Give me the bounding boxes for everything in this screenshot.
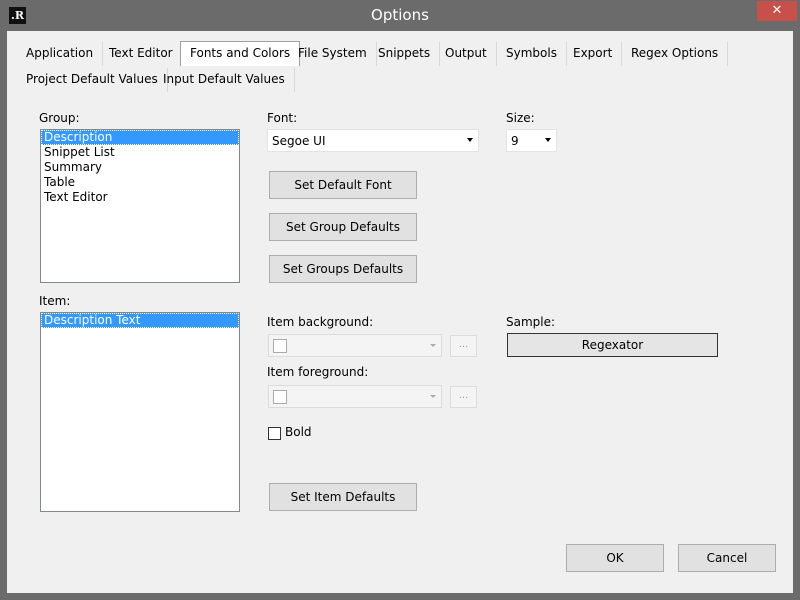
group-listbox[interactable]: Description Snippet List Summary Table T… bbox=[40, 129, 240, 283]
font-select[interactable]: Segoe UI bbox=[267, 129, 479, 152]
font-label: Font: bbox=[267, 111, 298, 125]
list-item[interactable]: Snippet List bbox=[41, 145, 239, 160]
chevron-down-icon bbox=[430, 395, 436, 398]
set-item-defaults-button[interactable]: Set Item Defaults bbox=[269, 483, 417, 511]
cancel-button[interactable]: Cancel bbox=[678, 544, 776, 572]
dialog-client-area: Application Text Editor Fonts and Colors… bbox=[7, 31, 793, 593]
item-foreground-browse-button[interactable]: ... bbox=[450, 386, 477, 408]
item-foreground-label: Item foreground: bbox=[267, 365, 369, 379]
options-window: .R Options ✕ Application Text Editor Fon… bbox=[0, 0, 800, 600]
tab-input-default-values[interactable]: Input Default Values bbox=[154, 68, 295, 92]
bold-checkbox[interactable] bbox=[268, 427, 281, 440]
chevron-down-icon bbox=[467, 138, 473, 142]
size-label: Size: bbox=[506, 111, 535, 125]
tab-regex-options[interactable]: Regex Options bbox=[622, 42, 729, 66]
list-item[interactable]: Table bbox=[41, 175, 239, 190]
ok-button[interactable]: OK bbox=[566, 544, 664, 572]
item-label: Item: bbox=[39, 294, 71, 308]
size-select[interactable]: 9 bbox=[506, 129, 557, 152]
tab-export[interactable]: Export bbox=[564, 42, 623, 66]
tab-snippets[interactable]: Snippets bbox=[369, 42, 441, 66]
sample-label: Sample: bbox=[506, 315, 556, 329]
color-swatch bbox=[273, 339, 287, 353]
item-background-browse-button[interactable]: ... bbox=[450, 335, 477, 357]
font-select-value: Segoe UI bbox=[272, 134, 326, 148]
set-groups-defaults-button[interactable]: Set Groups Defaults bbox=[269, 255, 417, 283]
item-foreground-color-select[interactable] bbox=[268, 385, 442, 408]
list-item[interactable]: Description bbox=[41, 130, 239, 145]
tab-output[interactable]: Output bbox=[436, 42, 497, 66]
tab-project-default-values[interactable]: Project Default Values bbox=[17, 68, 168, 92]
set-group-defaults-button[interactable]: Set Group Defaults bbox=[269, 213, 417, 241]
size-select-value: 9 bbox=[511, 134, 519, 148]
title-bar[interactable]: .R Options ✕ bbox=[0, 0, 800, 31]
close-button[interactable]: ✕ bbox=[757, 1, 797, 21]
list-item[interactable]: Description Text bbox=[41, 313, 239, 328]
sample-preview: Regexator bbox=[507, 333, 718, 357]
set-default-font-button[interactable]: Set Default Font bbox=[269, 171, 417, 199]
bold-label: Bold bbox=[285, 425, 312, 439]
tab-symbols[interactable]: Symbols bbox=[497, 42, 567, 66]
item-background-label: Item background: bbox=[267, 315, 374, 329]
list-item[interactable]: Summary bbox=[41, 160, 239, 175]
color-swatch bbox=[273, 390, 287, 404]
group-label: Group: bbox=[39, 111, 80, 125]
tab-text-editor[interactable]: Text Editor bbox=[100, 42, 183, 66]
chevron-down-icon bbox=[430, 344, 436, 347]
tab-application[interactable]: Application bbox=[17, 42, 104, 66]
tab-fonts-and-colors[interactable]: Fonts and Colors bbox=[180, 41, 301, 66]
chevron-down-icon bbox=[545, 138, 551, 142]
item-background-color-select[interactable] bbox=[268, 334, 442, 357]
item-listbox[interactable]: Description Text bbox=[40, 312, 240, 512]
window-title: Options bbox=[371, 6, 429, 24]
tab-file-system[interactable]: File System bbox=[289, 42, 377, 66]
list-item[interactable]: Text Editor bbox=[41, 190, 239, 205]
